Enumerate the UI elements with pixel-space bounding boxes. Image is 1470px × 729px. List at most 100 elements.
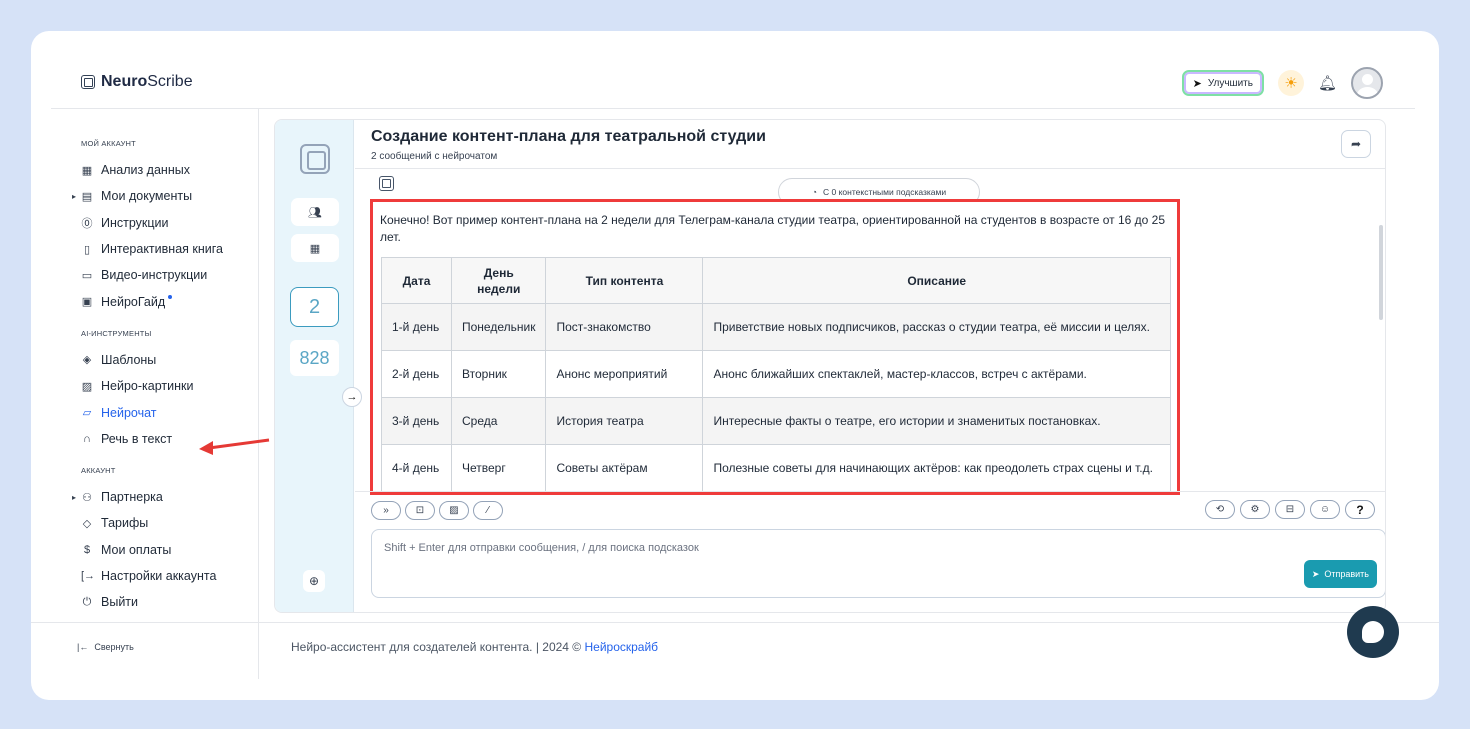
sidebar-item-logout[interactable]: ⏻ Выйти <box>81 589 257 615</box>
sidebar-item-partners[interactable]: ⚇ Партнерка <box>72 484 257 510</box>
sidebar-item-interactive-book[interactable]: ▯ Интерактивная книга <box>81 236 257 262</box>
arrow-right-icon: → <box>346 391 358 403</box>
column-header: Дата <box>381 257 452 304</box>
help-circle-icon: ⓪ <box>81 217 93 230</box>
sidebar-item-video-instructions[interactable]: ▭ Видео-инструкции <box>81 262 257 288</box>
table-cell: Анонс ближайших спектаклей, мастер-класс… <box>702 350 1171 398</box>
new-badge-dot <box>168 294 173 299</box>
sidebar: Мой аккаунт ▦ Анализ данных ▤ Мои докуме… <box>72 135 257 615</box>
export-button[interactable]: ⊡ <box>405 501 435 520</box>
footer-link[interactable]: Нейроскрайб <box>584 640 658 654</box>
sidebar-item-data-analysis[interactable]: ▦ Анализ данных <box>81 157 257 183</box>
layers-icon: ◈ <box>82 354 92 367</box>
settings-button[interactable]: ⚙ <box>1240 500 1270 519</box>
download-icon: ⊡ <box>415 505 425 516</box>
chat-logo-icon <box>300 144 330 174</box>
chat-subtitle: 2 сообщений с нейрочатом <box>371 151 498 162</box>
users-button[interactable]: 👥︎ <box>291 198 339 226</box>
section-account: Аккаунт <box>81 465 116 475</box>
tag-icon: ◇ <box>82 517 92 530</box>
users-icon: 👥︎ <box>308 206 322 219</box>
support-chat-button[interactable] <box>1347 606 1399 658</box>
footer-divider <box>31 622 1439 623</box>
users-icon: ⚇ <box>82 491 92 504</box>
assistant-icon <box>379 176 394 191</box>
power-icon: ⏻ <box>82 595 92 608</box>
table-cell: Полезные советы для начинающих актёров: … <box>702 444 1171 492</box>
message-count: 2 <box>290 287 339 327</box>
table-cell: Советы актёрам <box>545 444 704 492</box>
header-divider <box>51 108 1415 109</box>
video-icon: ▭ <box>81 269 93 282</box>
table-cell: Четверг <box>450 444 547 492</box>
title-divider <box>355 168 1385 169</box>
table-cell: Среда <box>450 397 547 445</box>
assistant-message: Конечно! Вот пример контент-плана на 2 н… <box>370 199 1180 495</box>
plugin-button[interactable]: ⟲ <box>1205 500 1235 519</box>
share-button[interactable]: ➦ <box>1341 130 1371 158</box>
table-cell: 4-й день <box>381 444 452 492</box>
palette-icon: ◔ <box>811 187 818 197</box>
table-cell: 2-й день <box>381 350 452 398</box>
sidebar-item-account-settings[interactable]: [→ Настройки аккаунта <box>81 563 257 589</box>
new-chat-button[interactable]: ⊕ <box>303 570 325 592</box>
sidebar-item-my-documents[interactable]: ▤ Мои документы <box>72 183 257 209</box>
footer: Нейро-ассистент для создателей контента.… <box>291 640 659 654</box>
grid-icon: ▦ <box>309 242 321 255</box>
sidebar-item-neurochat[interactable]: ▱ Нейрочат <box>81 399 257 425</box>
expand-panel-button[interactable]: → <box>342 387 362 407</box>
column-header: День недели <box>450 257 547 304</box>
gear-icon: ⚙ <box>1250 504 1260 515</box>
table-cell: Вторник <box>450 350 547 398</box>
column-header: Тип контента <box>545 257 704 304</box>
wand-icon: ⁄ <box>487 505 489 516</box>
column-header: Описание <box>702 257 1171 304</box>
table-cell: Пост-знакомство <box>545 303 704 351</box>
layout-button[interactable]: ⊟ <box>1275 500 1305 519</box>
image-icon: ▨ <box>81 380 93 393</box>
section-my-account: Мой аккаунт <box>81 139 136 148</box>
message-text: Конечно! Вот пример контент-плана на 2 н… <box>380 213 1166 244</box>
document-icon: ▤ <box>81 190 93 203</box>
sidebar-item-templates[interactable]: ◈ Шаблоны <box>81 347 257 373</box>
magic-button[interactable]: ⁄ <box>473 501 503 520</box>
table-cell: 1-й день <box>381 303 452 351</box>
dollar-icon: $ <box>83 543 91 556</box>
table-row: 4-й день Четверг Советы актёрам Полезные… <box>381 444 1171 492</box>
collapse-icon: |← <box>77 642 89 652</box>
chevrons-down-icon: » <box>383 505 389 516</box>
sidebar-item-instructions[interactable]: ⓪ Инструкции <box>81 210 257 236</box>
chat-title: Создание контент-плана для театральной с… <box>371 128 766 145</box>
book-icon: ▯ <box>83 243 91 256</box>
rocket-icon: ➤ <box>1192 77 1202 90</box>
table-cell: Анонс мероприятий <box>545 350 704 398</box>
logo-icon <box>81 75 95 89</box>
help-button[interactable]: ? <box>1345 500 1375 519</box>
token-count: 828 <box>290 340 339 376</box>
collapse-sidebar-button[interactable]: |← Свернуть <box>77 642 134 652</box>
sidebar-item-tariffs[interactable]: ◇ Тарифы <box>81 510 257 536</box>
bot-button[interactable]: ☺ <box>1310 500 1340 519</box>
message-input[interactable]: Shift + Enter для отправки сообщения, / … <box>371 529 1385 598</box>
sidebar-item-neuro-images[interactable]: ▨ Нейро-картинки <box>81 373 257 399</box>
grid-button[interactable]: ▦ <box>291 234 339 262</box>
sidebar-item-neuroguide[interactable]: ▣ НейроГайд <box>81 288 257 314</box>
bell-icon[interactable]: 🔔︎ <box>1318 74 1337 92</box>
theme-toggle-sun-icon[interactable]: ☀ <box>1277 70 1304 96</box>
avatar[interactable] <box>1351 67 1383 99</box>
tools-right: ⟲ ⚙ ⊟ ☺ ? <box>1205 500 1375 519</box>
send-button[interactable]: ➤ Отправить <box>1303 560 1377 588</box>
chat-bubble-icon <box>1362 621 1384 643</box>
logo[interactable]: NeuroScribe <box>81 73 193 91</box>
annotation-arrow-icon <box>199 438 270 455</box>
sidebar-item-my-payments[interactable]: $ Мои оплаты <box>81 537 257 563</box>
chat-icon: ▱ <box>82 407 92 420</box>
tools-divider <box>355 491 1385 492</box>
image-button[interactable]: ▨ <box>439 501 469 520</box>
layout-icon: ⊟ <box>1285 504 1295 515</box>
upgrade-button[interactable]: ➤ Улучшить <box>1181 70 1264 96</box>
scroll-down-button[interactable]: » <box>371 501 401 520</box>
table-header-row: Дата День недели Тип контента Описание <box>381 257 1171 304</box>
scrollbar[interactable] <box>1379 225 1383 320</box>
app-window: NeuroScribe ➤ Улучшить ☀ 🔔︎ Мой аккаунт … <box>31 31 1439 700</box>
